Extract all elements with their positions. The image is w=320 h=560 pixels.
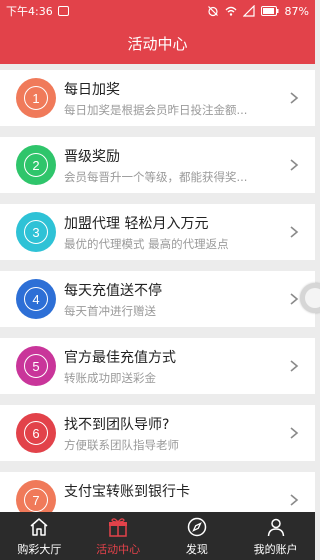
chevron-right-icon: [290, 494, 299, 506]
activity-item-agent[interactable]: 3 加盟代理 轻松月入万元 最优的代理模式 最高的代理返点: [0, 204, 315, 260]
circled-five-icon: 5: [16, 346, 56, 386]
circled-three-icon: 3: [16, 212, 56, 252]
battery-icon: [260, 6, 279, 16]
chevron-right-icon: [290, 293, 299, 305]
circled-two-icon: 2: [16, 145, 56, 185]
tab-discover[interactable]: 发现: [158, 512, 237, 560]
activity-title: 每天充值送不停: [64, 283, 162, 299]
activity-item-daily-bonus[interactable]: 1 每日加奖 每日加奖是根据会员昨日投注金额...: [0, 70, 315, 126]
circled-four-icon: 4: [16, 279, 56, 319]
chevron-right-icon: [290, 360, 299, 372]
wifi-icon: [225, 6, 237, 16]
tab-label: 购彩大厅: [17, 542, 62, 556]
battery-level: 87%: [284, 4, 309, 18]
user-icon: [267, 518, 284, 536]
activity-title: 晋级奖励: [64, 149, 120, 165]
tab-label: 活动中心: [96, 542, 141, 556]
chevron-right-icon: [290, 427, 299, 439]
activity-item-best-recharge[interactable]: 5 官方最佳充值方式 转账成功即送彩金: [0, 338, 315, 394]
signal-icon: [242, 5, 255, 17]
activity-title: 官方最佳充值方式: [64, 350, 176, 366]
activity-list[interactable]: 1 每日加奖 每日加奖是根据会员昨日投注金额... 2 晋级奖励 会员每晋升一个…: [0, 70, 315, 512]
status-bar: 下午4:36 87%: [0, 0, 315, 22]
activity-item-level-reward[interactable]: 2 晋级奖励 会员每晋升一个等级，都能获得奖...: [0, 137, 315, 193]
circled-seven-icon: 7: [16, 480, 56, 512]
page-title: 活动中心: [127, 34, 188, 53]
activity-desc: 转账成功即送彩金: [64, 371, 156, 385]
page-title-bar: 活动中心: [0, 22, 315, 64]
bottom-tab-bar: 购彩大厅 活动中心 发现 我的账户: [0, 512, 315, 560]
activity-title: 加盟代理 轻松月入万元: [64, 216, 209, 232]
activity-desc: 每日加奖是根据会员昨日投注金额...: [64, 103, 248, 117]
status-time: 下午4:36: [6, 5, 53, 18]
activity-title: 找不到团队导师?: [64, 417, 170, 433]
chevron-right-icon: [290, 92, 299, 104]
tab-lottery-hall[interactable]: 购彩大厅: [0, 512, 79, 560]
chevron-right-icon: [290, 226, 299, 238]
circled-one-icon: 1: [16, 78, 56, 118]
activity-desc: 方便联系团队指导老师: [64, 438, 179, 452]
activity-desc: 每天首冲进行赠送: [64, 304, 156, 318]
chevron-right-icon: [290, 159, 299, 171]
activity-item-alipay-transfer[interactable]: 7 支付宝转账到银行卡: [0, 472, 315, 512]
tab-label: 我的账户: [253, 542, 298, 556]
tab-my-account[interactable]: 我的账户: [236, 512, 315, 560]
circled-six-icon: 6: [16, 413, 56, 453]
alarm-off-icon: [207, 6, 218, 17]
compass-icon: [187, 517, 207, 536]
activity-item-daily-recharge[interactable]: 4 每天充值送不停 每天首冲进行赠送: [0, 271, 315, 327]
activity-item-team-mentor[interactable]: 6 找不到团队导师? 方便联系团队指导老师: [0, 405, 315, 461]
activity-desc: 最优的代理模式 最高的代理返点: [64, 237, 229, 251]
gift-icon: [109, 517, 128, 537]
notification-icon: [57, 6, 69, 16]
activity-title: 每日加奖: [64, 82, 120, 98]
tab-activity-center[interactable]: 活动中心: [79, 512, 158, 560]
activity-title: 支付宝转账到银行卡: [64, 484, 190, 500]
activity-desc: 会员每晋升一个等级，都能获得奖...: [64, 170, 248, 184]
home-icon: [30, 517, 48, 536]
tab-label: 发现: [185, 542, 208, 556]
